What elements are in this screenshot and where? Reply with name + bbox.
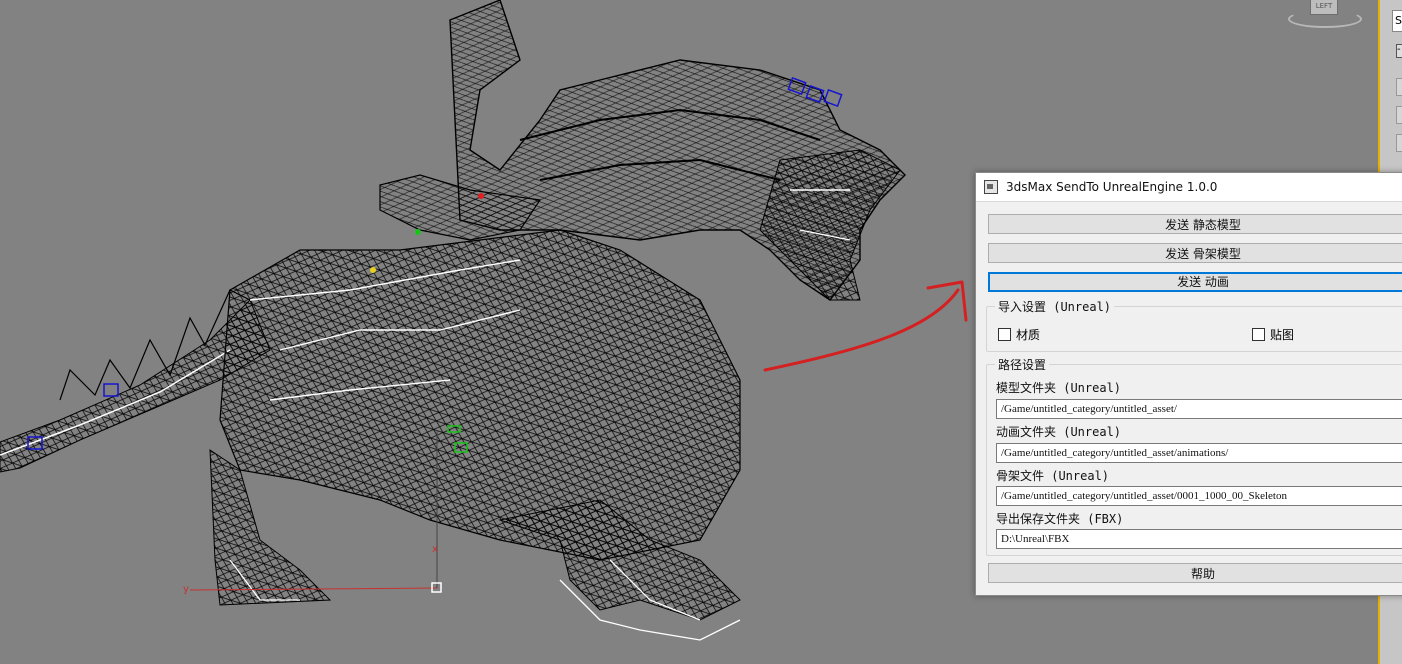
texture-checkbox-label: 贴图 [1270, 328, 1295, 342]
sendto-unreal-dialog: 3dsMax SendTo UnrealEngine 1.0.0 发送 静态模型… [975, 172, 1402, 596]
skeleton-file-input[interactable]: /Game/untitled_category/untitled_asset/0… [996, 486, 1402, 506]
import-settings-title: 导入设置 (Unreal) [995, 298, 1115, 315]
send-static-mesh-button[interactable]: 发送 静态模型 [988, 214, 1402, 234]
import-settings-group: 导入设置 (Unreal) 材质 贴图 [986, 298, 1402, 352]
export-folder-input[interactable]: D:\Unreal\FBX [996, 529, 1402, 549]
send-skeletal-mesh-button[interactable]: 发送 骨架模型 [988, 243, 1402, 263]
texture-checkbox[interactable] [1252, 328, 1265, 341]
anim-folder-input[interactable]: /Game/untitled_category/untitled_asset/a… [996, 443, 1402, 463]
texture-checkbox-row[interactable]: 贴图 [1252, 326, 1294, 343]
command-panel-field[interactable]: St [1392, 10, 1402, 32]
anim-folder-label: 动画文件夹 (Unreal) [996, 425, 1122, 439]
axis-x-label: x [432, 544, 438, 555]
material-checkbox-label: 材质 [1016, 328, 1041, 342]
viewcube-face-label[interactable]: LEFT [1310, 0, 1338, 15]
path-settings-title: 路径设置 [995, 356, 1050, 373]
panel-button[interactable] [1396, 134, 1402, 152]
panel-button[interactable] [1396, 106, 1402, 124]
material-checkbox[interactable] [998, 328, 1011, 341]
rollout-collapse-button[interactable]: - [1396, 44, 1402, 58]
viewcube[interactable]: LEFT [1282, 0, 1362, 28]
app-window-icon [984, 180, 998, 194]
send-animation-button[interactable]: 发送 动画 [988, 272, 1402, 292]
help-button[interactable]: 帮助 [988, 563, 1402, 583]
axis-y-label: y [183, 584, 189, 595]
creature-wireframe [0, 0, 906, 641]
panel-button[interactable] [1396, 78, 1402, 96]
dialog-titlebar[interactable]: 3dsMax SendTo UnrealEngine 1.0.0 [976, 173, 1402, 202]
skeleton-file-label: 骨架文件 (Unreal) [996, 469, 1110, 483]
material-checkbox-row[interactable]: 材质 [998, 326, 1040, 343]
model-folder-label: 模型文件夹 (Unreal) [996, 381, 1122, 395]
dialog-title: 3dsMax SendTo UnrealEngine 1.0.0 [1006, 180, 1218, 194]
export-folder-label: 导出保存文件夹 (FBX) [996, 512, 1124, 526]
model-folder-input[interactable]: /Game/untitled_category/untitled_asset/ [996, 399, 1402, 419]
